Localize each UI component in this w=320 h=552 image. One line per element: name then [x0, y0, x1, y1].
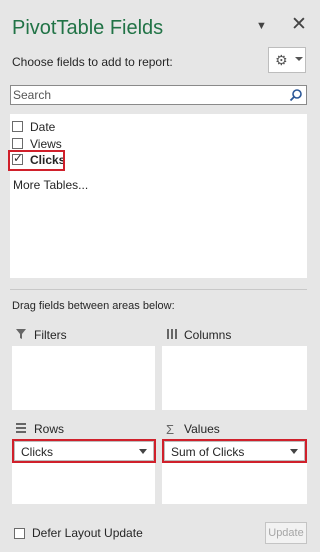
- drag-fields-label: Drag fields between areas below:: [12, 300, 175, 312]
- rows-highlight-box: [12, 439, 156, 463]
- field-label: Views: [30, 137, 62, 151]
- rows-icon: [15, 422, 27, 437]
- update-button[interactable]: Update: [265, 522, 307, 544]
- close-icon[interactable]: ✕: [291, 15, 307, 35]
- gear-icon: ⚙: [275, 52, 288, 68]
- settings-button[interactable]: ⚙: [268, 47, 306, 73]
- field-checkbox-date[interactable]: [12, 121, 23, 132]
- search-input[interactable]: [13, 86, 283, 104]
- columns-area-title: Columns: [184, 328, 232, 342]
- choose-fields-label: Choose fields to add to report:: [12, 55, 173, 69]
- pane-title: PivotTable Fields: [12, 17, 164, 39]
- field-label: Date: [30, 120, 56, 134]
- filter-icon: [15, 328, 27, 343]
- filters-area-title: Filters: [34, 328, 67, 342]
- defer-layout-checkbox[interactable]: [14, 528, 25, 539]
- rows-area-title: Rows: [34, 422, 65, 436]
- divider: [10, 289, 307, 290]
- filters-drop-zone[interactable]: [12, 346, 155, 410]
- field-checkbox-views[interactable]: [12, 138, 23, 149]
- field-item-date[interactable]: Date: [10, 119, 210, 136]
- field-list: Date Views ✓ Clicks More Tables...: [8, 114, 307, 278]
- values-area-title: Values: [184, 422, 220, 436]
- values-highlight-box: [162, 439, 307, 463]
- pane-options-chevron-down-icon[interactable]: ▼: [256, 20, 267, 32]
- columns-drop-zone[interactable]: [162, 346, 307, 410]
- clicks-highlight-box: [8, 150, 65, 171]
- columns-icon: [166, 328, 178, 343]
- defer-layout-label: Defer Layout Update: [32, 526, 143, 540]
- sigma-icon: Σ: [166, 422, 175, 437]
- chevron-down-icon: [295, 57, 303, 61]
- search-icon[interactable]: [289, 88, 303, 102]
- more-tables-link[interactable]: More Tables...: [13, 178, 88, 192]
- search-field[interactable]: [10, 85, 307, 105]
